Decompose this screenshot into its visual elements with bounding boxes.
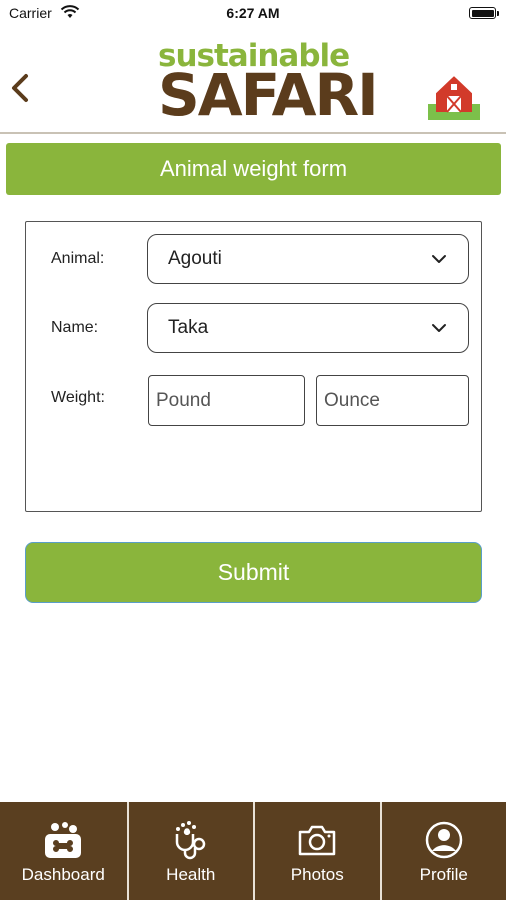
- chevron-down-icon: [432, 324, 446, 332]
- battery-icon: [469, 7, 499, 19]
- tab-bar: Dashboard Health Photos Profile: [0, 802, 506, 900]
- logo-text-bottom: SAFARI: [158, 61, 379, 129]
- status-bar: Carrier 6:27 AM: [0, 0, 506, 28]
- tab-health-label: Health: [166, 865, 216, 884]
- profile-icon: [425, 821, 462, 859]
- clock: 6:27 AM: [226, 5, 280, 21]
- form-title-banner: Animal weight form: [6, 143, 501, 195]
- tab-profile-label: Profile: [419, 865, 468, 884]
- tab-profile[interactable]: Profile: [379, 802, 506, 900]
- dashboard-icon: [45, 822, 82, 858]
- tab-photos-label: Photos: [290, 865, 344, 884]
- name-select[interactable]: Taka: [147, 303, 469, 353]
- name-label: Name:: [51, 319, 99, 336]
- submit-button[interactable]: Submit: [25, 542, 482, 603]
- app-logo: sustainable SAFARI: [158, 38, 379, 130]
- tab-photos[interactable]: Photos: [253, 802, 380, 900]
- ounce-placeholder: Ounce: [324, 389, 380, 411]
- tab-dashboard-label: Dashboard: [21, 865, 105, 884]
- name-select-value: Taka: [168, 317, 209, 338]
- app-header: sustainable SAFARI: [0, 28, 506, 134]
- stethoscope-icon: [175, 821, 205, 860]
- ounce-input[interactable]: Ounce: [316, 375, 469, 426]
- tab-dashboard[interactable]: Dashboard: [0, 802, 127, 900]
- pound-input[interactable]: Pound: [148, 375, 305, 426]
- animal-select[interactable]: Agouti: [147, 234, 469, 284]
- chevron-down-icon: [432, 255, 446, 263]
- pound-placeholder: Pound: [156, 389, 211, 411]
- camera-icon: [299, 825, 336, 856]
- animal-select-value: Agouti: [168, 248, 222, 269]
- animal-weight-form: Animal: Agouti Name: Taka Weight: Pound …: [25, 221, 482, 512]
- back-button[interactable]: [6, 70, 36, 106]
- tab-health[interactable]: Health: [126, 802, 254, 900]
- weight-label: Weight:: [51, 389, 105, 406]
- animal-label: Animal:: [51, 250, 105, 267]
- barn-icon[interactable]: [428, 70, 480, 120]
